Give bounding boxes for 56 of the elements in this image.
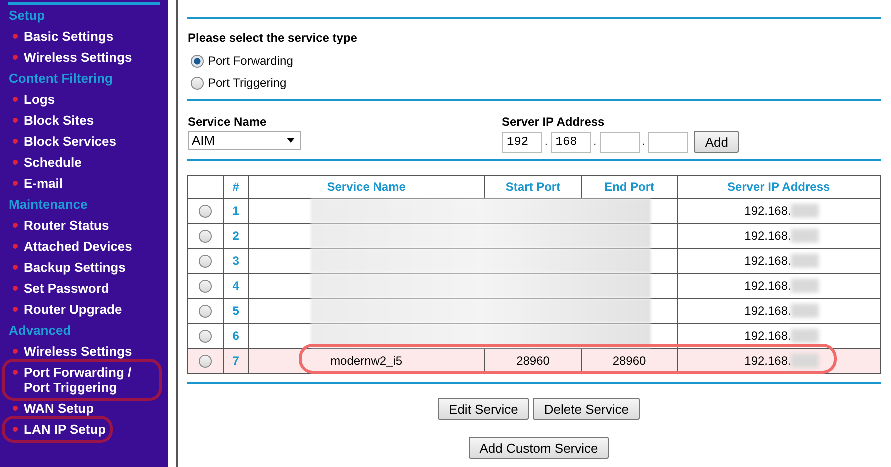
sidebar-heading: Advanced bbox=[8, 322, 72, 340]
table-cell: 192.168. bbox=[744, 254, 792, 268]
blurred-redaction bbox=[791, 229, 820, 244]
row-radio[interactable] bbox=[199, 230, 212, 244]
row-radio[interactable] bbox=[199, 355, 212, 368]
add-custom-service-button[interactable]: Add Custom Service bbox=[468, 437, 610, 459]
radio-option[interactable]: Port Forwarding bbox=[187, 50, 881, 72]
table-cell: 6 bbox=[224, 324, 249, 348]
blurred-redaction bbox=[791, 204, 820, 218]
ip-octet-field[interactable] bbox=[648, 132, 688, 152]
table-cell: 4 bbox=[224, 274, 249, 298]
table-cell: 7 bbox=[224, 348, 249, 374]
table-cell: 2 bbox=[224, 224, 249, 248]
table-cell: 1 bbox=[224, 198, 249, 224]
row-radio[interactable] bbox=[199, 255, 212, 268]
section-title: Please select the service type bbox=[187, 31, 358, 45]
ip-separator: . bbox=[545, 136, 548, 148]
table-cell: 192.168. bbox=[744, 304, 792, 318]
table-cell: 192.168. bbox=[744, 328, 792, 343]
sidebar-item[interactable]: Port Forwarding / Port Triggering bbox=[2, 359, 162, 401]
table-cell: 192.168. bbox=[744, 204, 792, 218]
ip-separator: . bbox=[642, 136, 646, 148]
table-cell: 192.168. bbox=[744, 228, 792, 243]
column-header: Start Port bbox=[484, 176, 582, 198]
row-radio[interactable] bbox=[199, 330, 212, 344]
service-button[interactable]: Edit Service bbox=[438, 398, 530, 420]
blurred-redaction bbox=[791, 354, 820, 368]
service-dropdown[interactable]: AIM bbox=[188, 131, 301, 150]
ip-separator: . bbox=[594, 136, 597, 148]
row-radio[interactable] bbox=[199, 205, 212, 218]
blurred-redaction bbox=[791, 279, 820, 294]
column-header: Service Name bbox=[248, 176, 485, 198]
radio-option[interactable]: Port Triggering bbox=[187, 72, 881, 94]
blurred-redaction bbox=[791, 254, 820, 268]
ip-octet-field[interactable]: 192 bbox=[502, 132, 542, 152]
field-label: Service Name bbox=[188, 115, 268, 129]
table-cell: 192.168. bbox=[744, 354, 792, 368]
sidebar-heading: Content Filtering bbox=[8, 70, 114, 88]
column-header: End Port bbox=[582, 176, 678, 198]
sidebar-item[interactable]: LAN IP Setup bbox=[2, 416, 114, 443]
sidebar-heading: Maintenance bbox=[8, 196, 89, 214]
column-header: Server IP Address bbox=[677, 176, 880, 198]
blurred-redaction bbox=[791, 329, 820, 344]
ip-octet-field[interactable]: 168 bbox=[550, 132, 591, 152]
field-label: Server IP Address bbox=[502, 115, 606, 129]
add-button[interactable]: Add bbox=[694, 131, 740, 153]
table-cell: 192.168. bbox=[744, 278, 792, 293]
table-cell: 3 bbox=[224, 248, 249, 274]
table-cell: 5 bbox=[224, 298, 249, 324]
sidebar-heading: Setup bbox=[8, 7, 46, 25]
service-button[interactable]: Delete Service bbox=[533, 398, 640, 420]
blurred-redaction bbox=[791, 304, 820, 318]
row-radio[interactable] bbox=[199, 305, 212, 318]
row-radio[interactable] bbox=[199, 280, 212, 294]
ip-octet-field[interactable] bbox=[600, 132, 640, 152]
caret-icon bbox=[287, 138, 295, 143]
